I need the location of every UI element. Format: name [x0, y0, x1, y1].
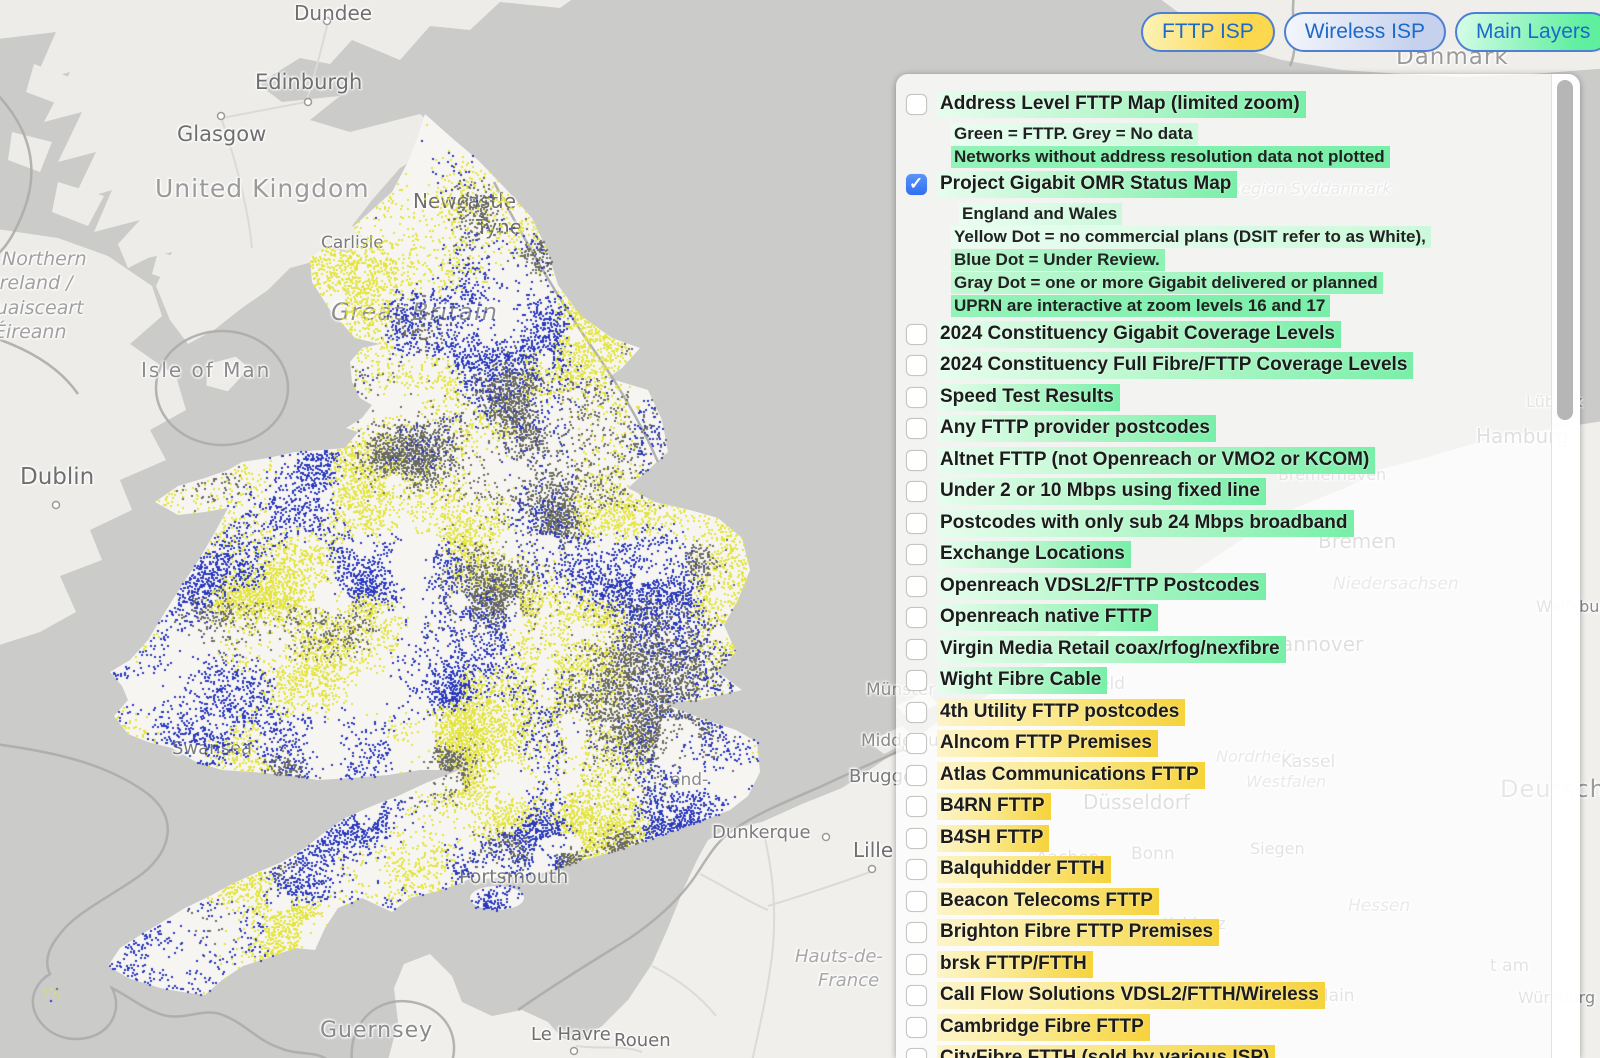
layer-label[interactable]: Exchange Locations [937, 541, 1131, 568]
layer-label[interactable]: Alncom FTTP Premises [937, 730, 1158, 757]
layer-sublabels: Green = FTTP. Grey = No dataNetworks wit… [951, 123, 1546, 169]
layer-row: Virgin Media Retail coax/rfog/nexfibre [906, 636, 1546, 662]
layer-row: Brighton Fibre FTTP Premises [906, 920, 1546, 946]
layer-checkbox[interactable] [906, 513, 927, 534]
layer-checkbox[interactable] [906, 765, 927, 786]
layer-row: Alncom FTTP Premises [906, 731, 1546, 757]
layer-row: Openreach native FTTP [906, 605, 1546, 631]
layer-checkbox[interactable] [906, 796, 927, 817]
layer-label[interactable]: 2024 Constituency Gigabit Coverage Level… [937, 321, 1341, 348]
layer-label[interactable]: B4SH FTTP [937, 825, 1049, 852]
layer-label[interactable]: Brighton Fibre FTTP Premises [937, 919, 1219, 946]
layer-label[interactable]: Altnet FTTP (not Openreach or VMO2 or KC… [937, 447, 1375, 474]
main-layers-button[interactable]: Main Layers [1455, 12, 1600, 52]
layer-checkbox[interactable] [906, 94, 927, 115]
layer-row: Altnet FTTP (not Openreach or VMO2 or KC… [906, 447, 1546, 473]
layer-label[interactable]: Call Flow Solutions VDSL2/FTTH/Wireless [937, 982, 1325, 1009]
layer-row: Address Level FTTP Map (limited zoom) [906, 91, 1546, 117]
layer-row: Wight Fibre Cable [906, 668, 1546, 694]
layer-label[interactable]: brsk FTTP/FTTH [937, 951, 1093, 978]
layer-row: Exchange Locations [906, 542, 1546, 568]
layer-row: brsk FTTP/FTTH [906, 951, 1546, 977]
layer-row: B4SH FTTP [906, 825, 1546, 851]
layer-checkbox[interactable] [906, 670, 927, 691]
layer-row: Project Gigabit OMR Status Map [906, 172, 1546, 198]
layer-checkbox[interactable] [906, 859, 927, 880]
layer-label[interactable]: Openreach native FTTP [937, 604, 1158, 631]
wireless-isp-button[interactable]: Wireless ISP [1284, 12, 1446, 52]
layer-label[interactable]: Any FTTP provider postcodes [937, 415, 1216, 442]
layer-label[interactable]: CityFibre FTTH (sold by various ISP) [937, 1045, 1275, 1058]
layer-checkbox[interactable] [906, 954, 927, 975]
layer-row: Postcodes with only sub 24 Mbps broadban… [906, 510, 1546, 536]
layer-label[interactable]: 4th Utility FTTP postcodes [937, 699, 1185, 726]
layer-checkbox[interactable] [906, 174, 927, 195]
layer-checkbox[interactable] [906, 418, 927, 439]
layer-row: 2024 Constituency Full Fibre/FTTP Covera… [906, 353, 1546, 379]
layer-label[interactable]: 2024 Constituency Full Fibre/FTTP Covera… [937, 352, 1413, 379]
layer-sublabel: UPRN are interactive at zoom levels 16 a… [951, 295, 1330, 317]
layer-label[interactable]: Cambridge Fibre FTTP [937, 1014, 1150, 1041]
layer-checkbox[interactable] [906, 450, 927, 471]
layer-label[interactable]: Beacon Telecoms FTTP [937, 888, 1159, 915]
layer-checkbox[interactable] [906, 324, 927, 345]
layer-checkbox[interactable] [906, 1048, 927, 1058]
layer-label[interactable]: Atlas Communications FTTP [937, 762, 1205, 789]
layer-checkbox[interactable] [906, 985, 927, 1006]
layer-sublabel: Blue Dot = Under Review. [951, 249, 1165, 271]
layer-checkbox[interactable] [906, 387, 927, 408]
layer-row: Atlas Communications FTTP [906, 762, 1546, 788]
layer-checkbox[interactable] [906, 481, 927, 502]
layer-row: Speed Test Results [906, 384, 1546, 410]
layer-label[interactable]: Project Gigabit OMR Status Map [937, 171, 1237, 198]
layer-row: 4th Utility FTTP postcodes [906, 699, 1546, 725]
layer-checkbox[interactable] [906, 639, 927, 660]
layer-checkbox[interactable] [906, 891, 927, 912]
layer-row: Openreach VDSL2/FTTP Postcodes [906, 573, 1546, 599]
layer-checkbox[interactable] [906, 733, 927, 754]
layer-checkbox[interactable] [906, 355, 927, 376]
layer-checkbox[interactable] [906, 702, 927, 723]
fttp-isp-button[interactable]: FTTP ISP [1141, 12, 1275, 52]
layer-label[interactable]: Speed Test Results [937, 384, 1120, 411]
layer-sublabel: Gray Dot = one or more Gigabit delivered… [951, 272, 1383, 294]
layer-rows: Address Level FTTP Map (limited zoom) Gre… [906, 91, 1546, 1058]
layer-sublabel: England and Wales [959, 203, 1122, 225]
layer-label[interactable]: Address Level FTTP Map (limited zoom) [937, 91, 1306, 118]
layer-checkbox[interactable] [906, 544, 927, 565]
layer-label[interactable]: Wight Fibre Cable [937, 667, 1107, 694]
layer-checkbox[interactable] [906, 828, 927, 849]
layer-row: B4RN FTTP [906, 794, 1546, 820]
layer-row: Cambridge Fibre FTTP [906, 1014, 1546, 1040]
map-viewport[interactable]: DundeeEdinburghGlasgowUnited KingdomNewc… [0, 0, 1600, 1058]
layer-sublabel: Green = FTTP. Grey = No data [951, 123, 1198, 145]
layer-sublabel: Networks without address resolution data… [951, 146, 1390, 168]
layer-row: Any FTTP provider postcodes [906, 416, 1546, 442]
layers-panel: Address Level FTTP Map (limited zoom) Gre… [896, 74, 1580, 1058]
layer-checkbox[interactable] [906, 607, 927, 628]
layer-row: Beacon Telecoms FTTP [906, 888, 1546, 914]
layer-sublabel: Yellow Dot = no commercial plans (DSIT r… [951, 226, 1431, 248]
layer-row: Under 2 or 10 Mbps using fixed line [906, 479, 1546, 505]
layer-label[interactable]: Under 2 or 10 Mbps using fixed line [937, 478, 1266, 505]
layer-tab-buttons: FTTP ISP Wireless ISP Main Layers [1141, 12, 1600, 52]
layer-label[interactable]: Openreach VDSL2/FTTP Postcodes [937, 573, 1266, 600]
panel-scrollbar[interactable] [1551, 74, 1580, 1058]
layer-label[interactable]: Virgin Media Retail coax/rfog/nexfibre [937, 636, 1286, 663]
layer-checkbox[interactable] [906, 922, 927, 943]
panel-scrollbar-thumb[interactable] [1557, 80, 1573, 420]
layer-label[interactable]: B4RN FTTP [937, 793, 1051, 820]
layer-row: Balquhidder FTTH [906, 857, 1546, 883]
layer-checkbox[interactable] [906, 576, 927, 597]
layer-sublabels: England and WalesYellow Dot = no commerc… [951, 203, 1546, 318]
layer-checkbox[interactable] [906, 1017, 927, 1038]
layer-row: 2024 Constituency Gigabit Coverage Level… [906, 321, 1546, 347]
layer-row: Call Flow Solutions VDSL2/FTTH/Wireless [906, 983, 1546, 1009]
layer-row: CityFibre FTTH (sold by various ISP) [906, 1046, 1546, 1058]
layer-label[interactable]: Balquhidder FTTH [937, 856, 1111, 883]
layer-label[interactable]: Postcodes with only sub 24 Mbps broadban… [937, 510, 1354, 537]
